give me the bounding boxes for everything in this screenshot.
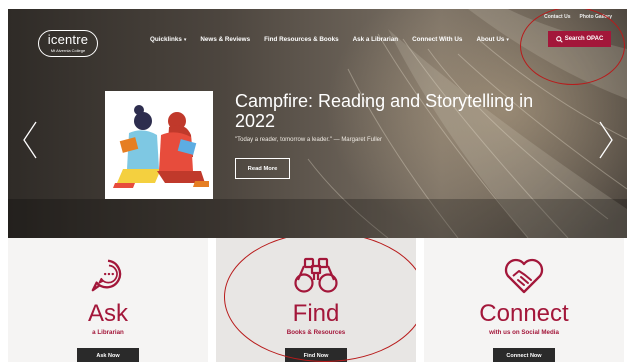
nav-news-reviews[interactable]: News & Reviews (200, 36, 250, 43)
logo-subtitle: Mt Alvernia College (50, 48, 86, 53)
connect-now-button[interactable]: Connect Now (493, 348, 555, 362)
chat-bubble-icon (91, 259, 122, 292)
handshake-heart-icon (504, 258, 544, 294)
card-ask-subtitle: a Librarian (92, 329, 124, 336)
chevron-down-icon: ▾ (183, 36, 187, 43)
icentre-logo[interactable]: icentre Mt Alvernia College (38, 30, 98, 57)
nav-quicklinks[interactable]: Quicklinks ▾ (150, 36, 186, 43)
card-connect-subtitle: with us on Social Media (489, 329, 559, 336)
card-connect: Connect with us on Social Media Connect … (424, 238, 624, 362)
nav-about-us-label: About Us (476, 36, 505, 43)
page: Contact Us Photo Gallery icentre Mt Alve… (0, 0, 627, 362)
nav-find-resources-label: Find Resources & Books (264, 36, 339, 43)
card-ask: Ask a Librarian Ask Now (8, 238, 208, 362)
nav-quicklinks-label: Quicklinks (150, 36, 182, 43)
nav-ask-librarian[interactable]: Ask a Librarian (353, 36, 399, 43)
ask-now-button[interactable]: Ask Now (77, 348, 139, 362)
logo-name: icentre (47, 32, 89, 47)
annotation-circle-find (224, 238, 416, 362)
readers-illustration (105, 91, 213, 199)
annotation-circle-opac (520, 9, 625, 85)
nav-about-us[interactable]: About Us ▾ (476, 36, 509, 43)
nav-news-reviews-label: News & Reviews (200, 36, 251, 43)
read-more-button[interactable]: Read More (235, 158, 290, 179)
slide-title: Campfire: Reading and Storytelling in 20… (235, 91, 534, 131)
slide-quote: "Today a reader, tomorrow a leader." — M… (235, 137, 382, 143)
nav-ask-librarian-label: Ask a Librarian (352, 36, 399, 43)
chevron-right-icon[interactable] (598, 120, 614, 160)
main-nav: Quicklinks ▾ News & Reviews Find Resource… (150, 36, 523, 43)
hero-slider: Contact Us Photo Gallery icentre Mt Alve… (8, 9, 627, 238)
nav-connect[interactable]: Connect With Us (412, 36, 462, 43)
slide-illustration (105, 91, 213, 199)
card-connect-title: Connect (479, 300, 569, 327)
nav-find-resources[interactable]: Find Resources & Books (264, 36, 339, 43)
card-ask-title: Ask (87, 300, 128, 327)
card-find: Find Books & Resources Find Now (216, 238, 416, 362)
nav-connect-label: Connect With Us (412, 36, 463, 43)
chevron-left-icon[interactable] (22, 120, 38, 160)
chevron-down-icon: ▾ (506, 36, 509, 43)
